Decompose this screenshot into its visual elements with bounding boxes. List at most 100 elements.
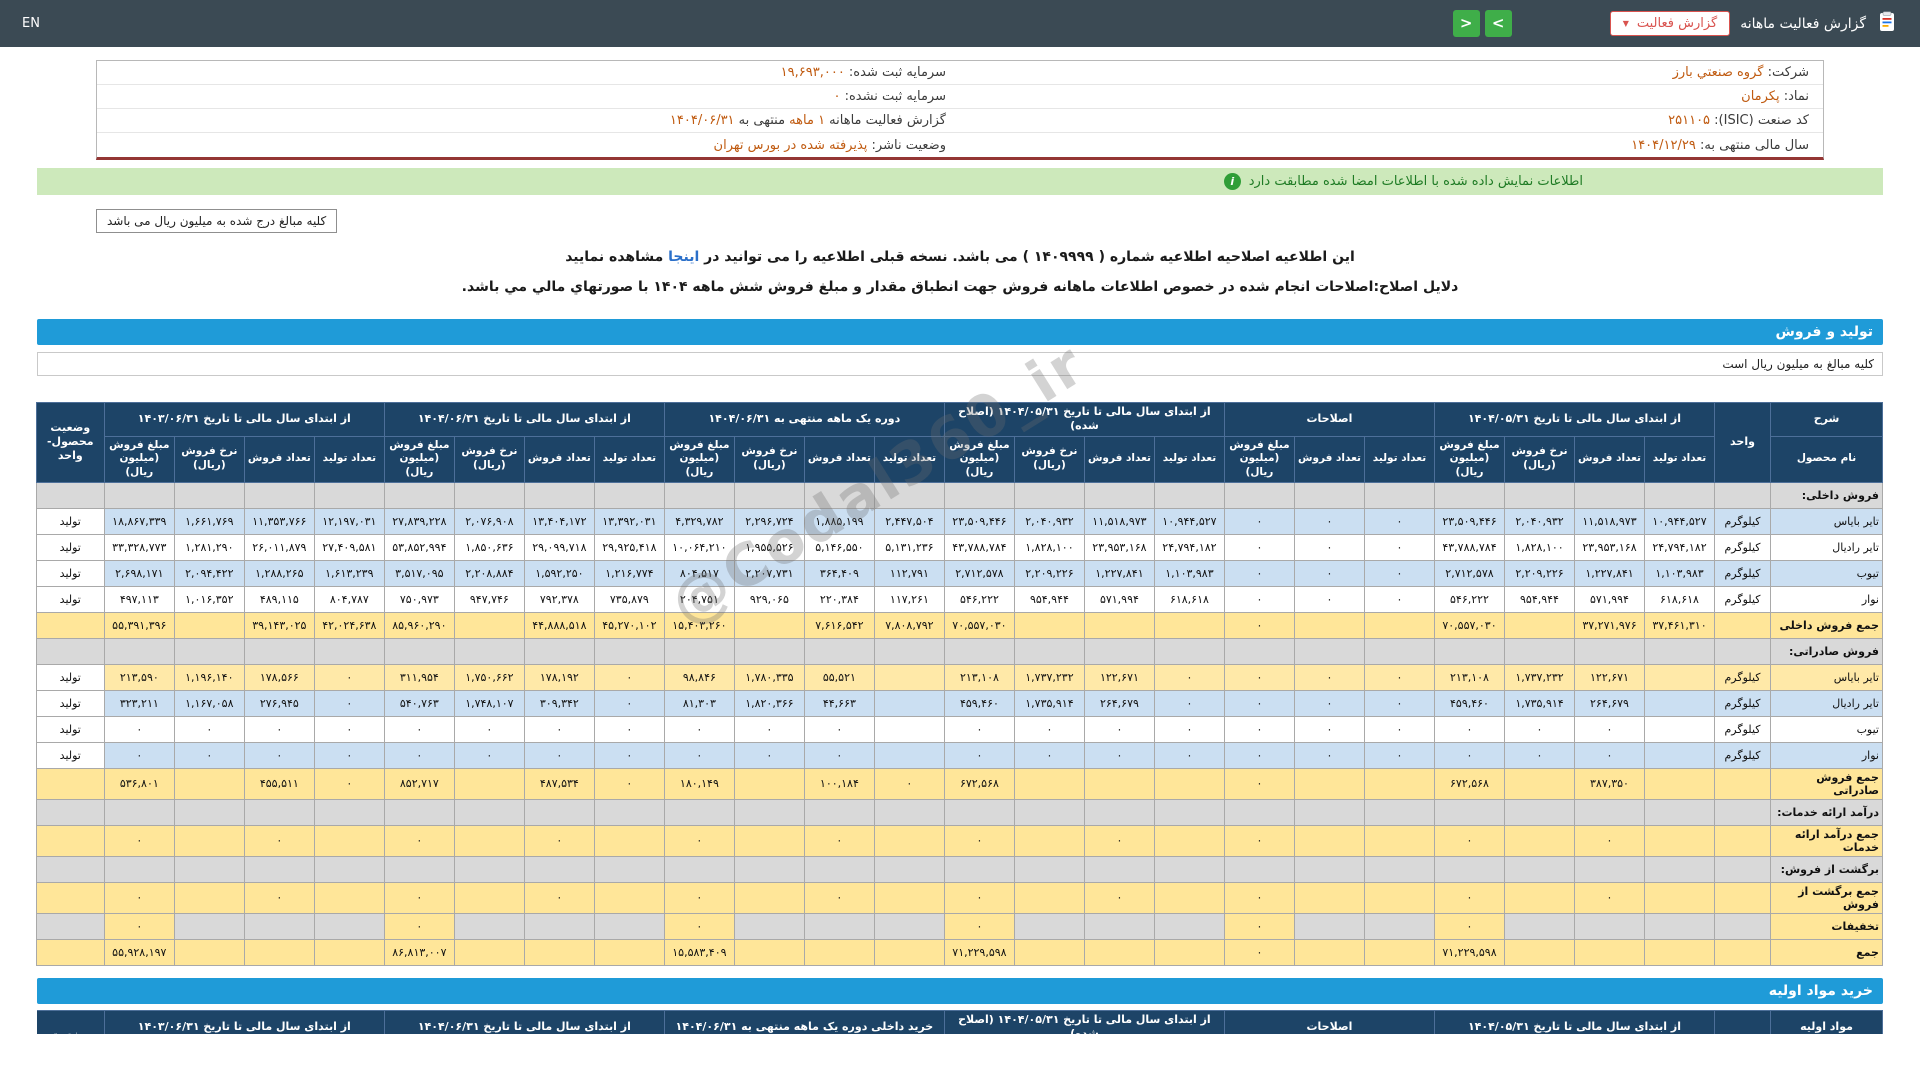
value-cell — [313, 824, 385, 857]
value-cell: ۳۳,۳۲۸,۷۷۳ — [103, 533, 175, 561]
value-cell: ۱,۸۸۵,۱۹۹ — [803, 507, 875, 535]
info-label: نماد: — [1779, 89, 1809, 104]
value-cell: ۰ — [1363, 689, 1435, 717]
unit-cell — [1714, 611, 1771, 639]
value-cell: ۰ — [663, 912, 735, 940]
value-cell — [873, 663, 945, 691]
value-cell — [1153, 481, 1225, 509]
value-cell — [313, 855, 385, 883]
value-cell — [803, 637, 875, 665]
column-header: تعداد تولید — [1363, 435, 1435, 483]
value-cell — [1644, 689, 1715, 717]
value-cell: ۱۰,۹۴۴,۵۲۷ — [1153, 507, 1225, 535]
value-cell — [733, 881, 805, 914]
unit-cell — [1714, 881, 1771, 914]
value-cell — [313, 637, 385, 665]
value-cell — [1433, 481, 1506, 509]
value-cell — [733, 912, 805, 940]
value-cell — [1363, 881, 1435, 914]
info-label: کد صنعت (ISIC): — [1710, 113, 1809, 128]
value-cell — [1083, 912, 1155, 940]
value-cell: ۰ — [313, 741, 385, 769]
value-cell: ۷۰,۵۵۷,۰۳۰ — [943, 611, 1015, 639]
column-header: تعداد فروش — [803, 435, 875, 483]
value-cell — [1644, 855, 1715, 883]
raw-materials-table: مواد اولیهواحداز ابتدای سال مالی تا تاری… — [37, 1009, 1883, 1034]
table-row: جمع برگشت از فروش ۰ ۰ ۰ ۰ ۰ ۰ ۰ ۰ ۰ ۰ ۰ — [35, 881, 1883, 914]
value-cell — [733, 798, 805, 826]
language-toggle-en[interactable]: EN — [22, 16, 40, 31]
value-cell: ۰ — [243, 881, 315, 914]
report-type-dropdown[interactable]: گزارش فعالیت ▼ — [1609, 11, 1731, 36]
info-field: گزارش فعالیت ماهانه ۱ ماهه منتهی به ۱۴۰۴… — [97, 111, 960, 130]
prev-report-button[interactable]: < — [1452, 10, 1480, 37]
value-cell: ۱,۱۶۷,۰۵۸ — [173, 689, 245, 717]
table-row: تیوب کیلوگرم ۰ ۰ ۰ ۰ ۰ ۰ ۰ ۰ ۰ ۰ ۰ ۰ ۰ ۰ ۰ ۰ ۰ ۰ ۰ ۰ ۰ تولید — [35, 715, 1883, 743]
value-cell — [1013, 611, 1085, 639]
value-cell: ۰ — [1293, 559, 1365, 587]
value-cell: ۰ — [1293, 741, 1365, 769]
group-header: دوره یک ماهه منتهی به ۱۴۰۴/۰۶/۳۱ — [663, 402, 945, 437]
status-cell — [35, 824, 105, 857]
unit-cell — [1714, 912, 1771, 940]
chevron-down-icon: ▼ — [1622, 19, 1629, 28]
column-header: مبلغ فروش (میلیون ریال) — [663, 435, 735, 483]
value-cell: ۰ — [313, 663, 385, 691]
info-label: سرمایه ثبت نشده: — [840, 89, 946, 104]
status-cell — [35, 912, 105, 940]
value-cell — [523, 637, 595, 665]
next-report-button[interactable]: > — [1484, 10, 1512, 37]
topbar: گزارش فعالیت ماهانه گزارش فعالیت ▼ > < E… — [0, 0, 1920, 47]
value-cell — [1293, 481, 1365, 509]
previous-version-link[interactable]: اینجا — [668, 249, 699, 265]
column-header: نرخ فروش (ریال) — [173, 435, 245, 483]
value-cell — [943, 481, 1015, 509]
unit-cell: کیلوگرم — [1714, 715, 1771, 743]
group-header: از ابتدای سال مالی تا تاریخ ۱۴۰۴/۰۶/۳۱ — [383, 402, 665, 437]
report-icon[interactable] — [1876, 11, 1898, 37]
value-cell — [1223, 798, 1295, 826]
column-header: تعداد فروش — [1083, 435, 1155, 483]
group-header: از ابتدای سال مالی تا تاریخ ۱۴۰۳/۰۶/۳۱ — [103, 402, 385, 437]
value-cell — [803, 481, 875, 509]
info-field: سرمایه ثبت نشده: ۰ — [97, 87, 960, 106]
value-cell — [803, 938, 875, 966]
value-cell: ۴۵۵,۵۱۱ — [243, 767, 315, 800]
value-cell — [1153, 798, 1225, 826]
value-cell: ۳۶۴,۴۰۹ — [803, 559, 875, 587]
group-header: اصلاحات — [1223, 1009, 1435, 1034]
value-cell: ۵۵,۹۲۸,۱۹۷ — [103, 938, 175, 966]
value-cell — [873, 855, 945, 883]
value-cell: ۰ — [943, 741, 1015, 769]
unit-cell — [1714, 798, 1771, 826]
value-cell — [1363, 855, 1435, 883]
value-cell: ۵۴۶,۲۲۲ — [943, 585, 1015, 613]
value-cell — [1293, 611, 1365, 639]
company-info-row: سال مالی منتهی به: ۱۴۰۴/۱۲/۲۹ وضعیت ناشر:… — [97, 133, 1823, 157]
value-cell: ۲۷,۴۰۹,۵۸۱ — [313, 533, 385, 561]
value-cell: ۴۴,۶۶۳ — [803, 689, 875, 717]
row-label-cell: نوار — [1770, 741, 1883, 769]
value-cell: ۲۴,۷۹۴,۱۸۲ — [1153, 533, 1225, 561]
unit-cell: کیلوگرم — [1714, 507, 1771, 535]
value-cell — [1363, 637, 1435, 665]
value-cell — [453, 938, 525, 966]
column-header: تعداد تولید — [313, 435, 385, 483]
value-cell: ۰ — [1363, 533, 1435, 561]
value-cell: ۷۳۵,۸۷۹ — [593, 585, 665, 613]
value-cell — [1293, 824, 1365, 857]
value-cell: ۰ — [943, 824, 1015, 857]
value-cell — [943, 637, 1015, 665]
info-field: سال مالی منتهی به: ۱۴۰۴/۱۲/۲۹ — [960, 136, 1823, 155]
value-cell — [1574, 938, 1645, 966]
value-cell — [173, 912, 245, 940]
value-cell: ۷,۶۱۶,۵۴۲ — [803, 611, 875, 639]
value-cell — [173, 767, 245, 800]
value-cell — [1433, 798, 1506, 826]
value-cell — [1363, 912, 1435, 940]
value-cell: ۰ — [1223, 689, 1295, 717]
value-cell — [593, 855, 665, 883]
value-cell: ۰ — [523, 881, 595, 914]
value-cell — [453, 798, 525, 826]
value-cell — [663, 637, 735, 665]
